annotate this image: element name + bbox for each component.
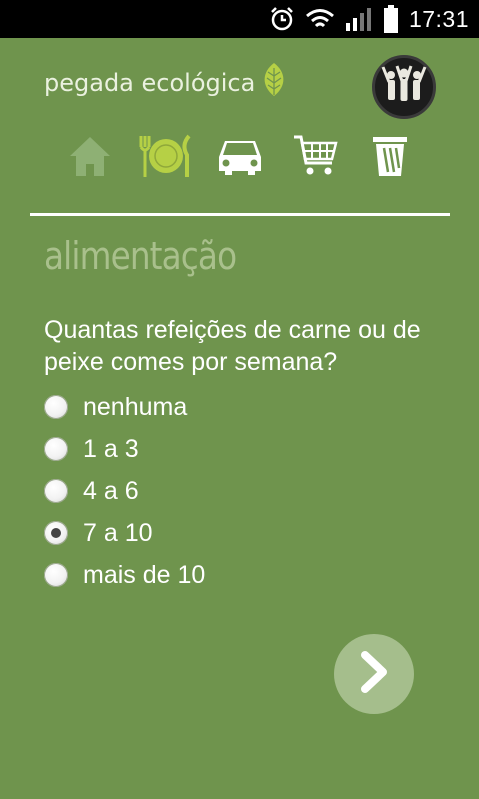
brand-title: pegada ecológica [44,69,256,97]
option-nenhuma[interactable]: nenhuma [44,386,424,428]
battery-icon [383,5,399,33]
option-label: 4 a 6 [83,476,139,505]
option-4-a-6[interactable]: 4 a 6 [44,470,424,512]
brand-logo: pegada ecológica [44,62,289,104]
leaf-icon [259,62,289,104]
community-icon [381,63,427,112]
option-label: mais de 10 [83,560,206,589]
section-title: alimentação [44,234,237,278]
app-header: pegada ecológica [0,38,479,119]
header-divider [30,213,450,216]
option-label: nenhuma [83,392,188,421]
community-button[interactable] [372,55,436,119]
option-label: 1 a 3 [83,434,139,463]
option-mais-de-10[interactable]: mais de 10 [44,554,424,596]
cart-icon [292,133,338,184]
option-label: 7 a 10 [83,518,153,547]
chevron-right-icon [356,650,392,699]
trash-icon [372,134,408,183]
tab-home[interactable] [60,132,120,184]
plate-icon [135,133,195,184]
radio-button[interactable] [44,479,68,503]
status-time: 17:31 [408,5,469,32]
radio-selected-dot [51,528,61,538]
radio-button-selected[interactable] [44,521,68,545]
signal-icon [345,7,373,31]
question-text: Quantas refeições de carne ou de peixe c… [44,316,421,376]
answer-options: nenhuma 1 a 3 4 a 6 7 a 10 mais de 10 [44,386,424,596]
tab-shopping[interactable] [285,132,345,184]
tab-waste[interactable] [360,132,420,184]
wifi-icon [305,7,335,31]
tab-food[interactable] [135,132,195,184]
tab-transport[interactable] [210,132,270,184]
radio-button[interactable] [44,563,68,587]
category-nav [60,132,420,184]
radio-button[interactable] [44,437,68,461]
radio-button[interactable] [44,395,68,419]
option-7-a-10[interactable]: 7 a 10 [44,512,424,554]
next-button[interactable] [334,634,414,714]
option-1-a-3[interactable]: 1 a 3 [44,428,424,470]
status-bar: 17:31 [0,0,479,38]
car-icon [215,135,265,182]
alarm-icon [269,6,295,32]
home-icon [68,134,112,183]
